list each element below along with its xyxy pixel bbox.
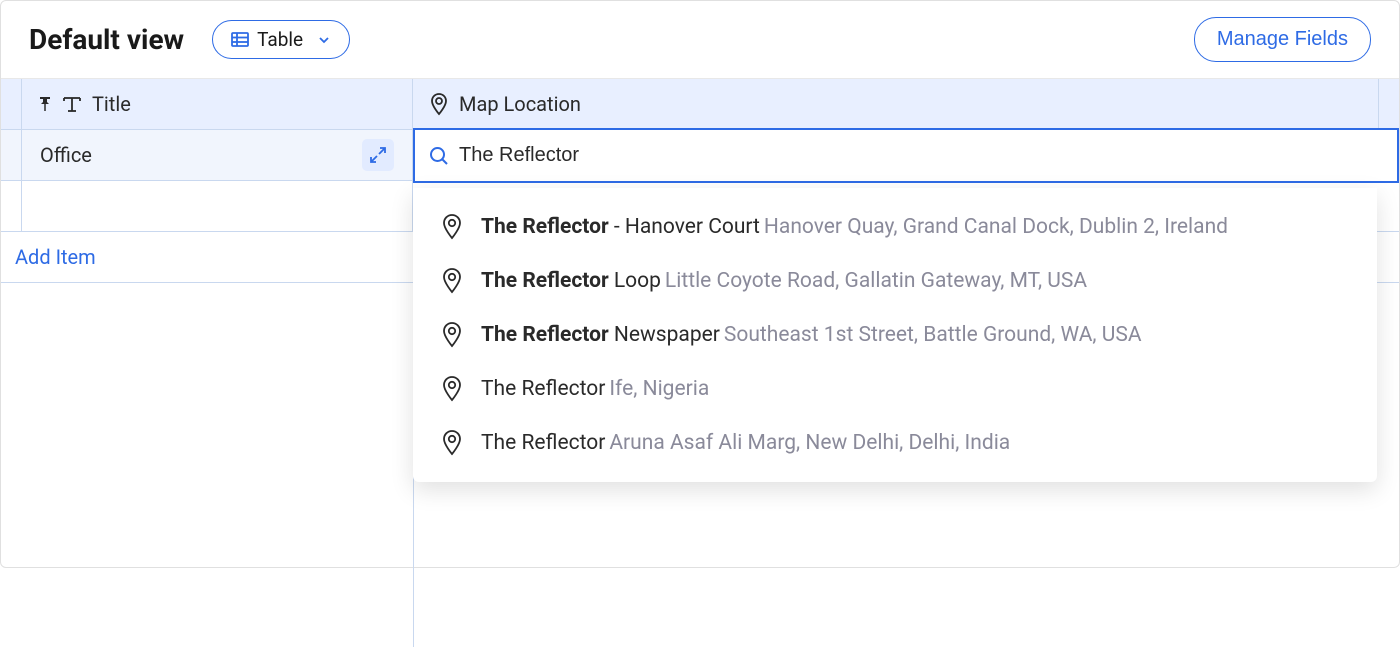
suggestion-secondary: Aruna Asaf Ali Marg, New Delhi, Delhi, I…: [609, 431, 1010, 455]
location-icon: [441, 268, 463, 294]
suggestion-secondary: Hanover Quay, Grand Canal Dock, Dublin 2…: [764, 215, 1228, 239]
location-icon: [429, 93, 449, 116]
suggestion-main: The Reflector - Hanover CourtHanover Qua…: [481, 215, 1228, 239]
location-icon: [441, 376, 463, 402]
view-type-selector[interactable]: Table: [212, 20, 350, 59]
location-search-input[interactable]: [459, 144, 1383, 167]
chevron-down-icon: [317, 33, 331, 47]
column-label: Map Location: [459, 92, 581, 116]
table-icon: [231, 32, 249, 47]
location-icon: [441, 214, 463, 240]
manage-fields-button[interactable]: Manage Fields: [1194, 17, 1371, 62]
column-header-title[interactable]: Title: [22, 79, 413, 129]
view-title: Default view: [29, 23, 184, 56]
suggestion-main: The Reflector LoopLittle Coyote Road, Ga…: [481, 269, 1087, 293]
suggestion-secondary: Southeast 1st Street, Battle Ground, WA,…: [724, 323, 1142, 347]
add-item-link[interactable]: Add Item: [15, 245, 96, 269]
row-gutter: [1378, 79, 1399, 129]
location-suggestion[interactable]: The Reflector LoopLittle Coyote Road, Ga…: [413, 254, 1377, 308]
column-headers: Title Map Location: [1, 79, 1399, 130]
view-type-label: Table: [257, 28, 303, 51]
suggestion-secondary: Ife, Nigeria: [609, 377, 709, 401]
suggestion-secondary: Little Coyote Road, Gallatin Gateway, MT…: [665, 269, 1087, 293]
text-type-icon: [62, 95, 82, 113]
location-suggestion[interactable]: The Reflector - Hanover CourtHanover Qua…: [413, 200, 1377, 254]
location-suggestion[interactable]: The ReflectorAruna Asaf Ali Marg, New De…: [413, 416, 1377, 470]
expand-item-button[interactable]: [362, 139, 394, 171]
location-icon: [441, 430, 463, 456]
location-cell-active[interactable]: [413, 128, 1399, 183]
suggestion-main: The ReflectorIfe, Nigeria: [481, 377, 709, 401]
location-suggestion[interactable]: The ReflectorIfe, Nigeria: [413, 362, 1377, 416]
title-cell-value: Office: [40, 143, 92, 167]
column-header-location[interactable]: Map Location: [413, 79, 1378, 129]
location-icon: [441, 322, 463, 348]
location-suggestions-dropdown: The Reflector - Hanover CourtHanover Qua…: [413, 188, 1377, 482]
search-icon: [429, 146, 449, 166]
suggestion-main: The Reflector NewspaperSoutheast 1st Str…: [481, 323, 1142, 347]
table-row: Office: [1, 130, 1399, 181]
column-label: Title: [92, 92, 131, 116]
pin-icon: [38, 96, 52, 112]
title-cell-empty[interactable]: [22, 181, 413, 231]
location-suggestion[interactable]: The Reflector NewspaperSoutheast 1st Str…: [413, 308, 1377, 362]
row-gutter[interactable]: [1, 130, 22, 180]
suggestion-main: The ReflectorAruna Asaf Ali Marg, New De…: [481, 431, 1010, 455]
row-gutter[interactable]: [1, 181, 22, 231]
row-gutter: [1, 79, 22, 129]
expand-icon: [369, 146, 387, 164]
title-cell[interactable]: Office: [22, 130, 413, 180]
